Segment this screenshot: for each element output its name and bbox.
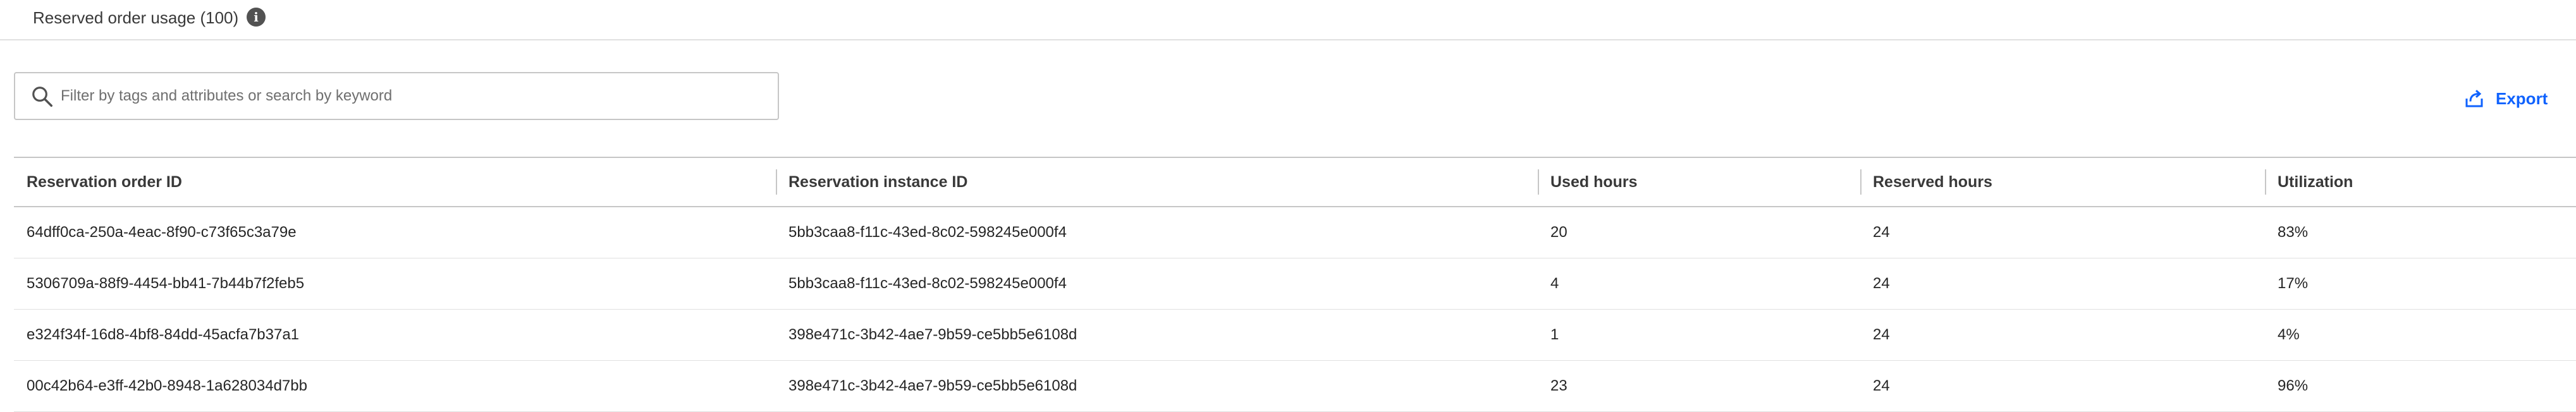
cell-reserved-hours: 24 [1860, 309, 2265, 361]
cell-reservation-order-id: 5306709a-88f9-4454-bb41-7b44b7f2feb5 [14, 258, 776, 310]
column-header-reservation-order-id[interactable]: Reservation order ID [14, 157, 776, 207]
table-row[interactable]: e324f34f-16d8-4bf8-84dd-45acfa7b37a1 398… [14, 309, 2576, 361]
cell-utilization: 83% [2265, 207, 2576, 258]
cell-reserved-hours: 24 [1860, 360, 2265, 412]
table-row[interactable]: 00c42b64-e3ff-42b0-8948-1a628034d7bb 398… [14, 360, 2576, 412]
column-separator[interactable] [776, 169, 777, 195]
cell-reservation-instance-id: 398e471c-3b42-4ae7-9b59-ce5bb5e6108d [776, 309, 1538, 361]
cell-reservation-order-id: e324f34f-16d8-4bf8-84dd-45acfa7b37a1 [14, 309, 776, 361]
export-label: Export [2496, 88, 2548, 108]
column-header-reservation-instance-id[interactable]: Reservation instance ID [776, 157, 1538, 207]
column-separator[interactable] [1860, 169, 1861, 195]
export-button[interactable]: Export [2463, 86, 2548, 111]
cell-used-hours: 20 [1538, 207, 1860, 258]
page-header: Reserved order usage (100) i [0, 0, 2576, 40]
usage-table: Reservation order ID Reservation instanc… [14, 157, 2576, 412]
cell-reservation-instance-id: 398e471c-3b42-4ae7-9b59-ce5bb5e6108d [776, 360, 1538, 412]
cell-reservation-instance-id: 5bb3caa8-f11c-43ed-8c02-598245e000f4 [776, 207, 1538, 258]
cell-reservation-order-id: 00c42b64-e3ff-42b0-8948-1a628034d7bb [14, 360, 776, 412]
cell-used-hours: 1 [1538, 309, 1860, 361]
page-title: Reserved order usage (100) [33, 8, 239, 27]
cell-utilization: 4% [2265, 309, 2576, 361]
column-header-reserved-hours[interactable]: Reserved hours [1860, 157, 2265, 207]
cell-reserved-hours: 24 [1860, 258, 2265, 310]
cell-used-hours: 23 [1538, 360, 1860, 412]
export-icon [2465, 90, 2483, 107]
cell-reservation-order-id: 64dff0ca-250a-4eac-8f90-c73f65c3a79e [14, 207, 776, 258]
table-header-row: Reservation order ID Reservation instanc… [14, 157, 2576, 207]
info-icon[interactable]: i [247, 8, 266, 27]
cell-reservation-instance-id: 5bb3caa8-f11c-43ed-8c02-598245e000f4 [776, 258, 1538, 310]
table-row[interactable]: 5306709a-88f9-4454-bb41-7b44b7f2feb5 5bb… [14, 258, 2576, 310]
column-header-used-hours[interactable]: Used hours [1538, 157, 1860, 207]
cell-utilization: 96% [2265, 360, 2576, 412]
cell-used-hours: 4 [1538, 258, 1860, 310]
column-header-utilization[interactable]: Utilization [2265, 157, 2576, 207]
column-separator[interactable] [1538, 169, 1539, 195]
cell-utilization: 17% [2265, 258, 2576, 310]
table-row[interactable]: 64dff0ca-250a-4eac-8f90-c73f65c3a79e 5bb… [14, 207, 2576, 258]
search-icon [32, 87, 52, 107]
search-box[interactable] [14, 72, 779, 120]
cell-reserved-hours: 24 [1860, 207, 2265, 258]
column-separator[interactable] [2265, 169, 2266, 195]
search-input[interactable] [61, 73, 769, 119]
